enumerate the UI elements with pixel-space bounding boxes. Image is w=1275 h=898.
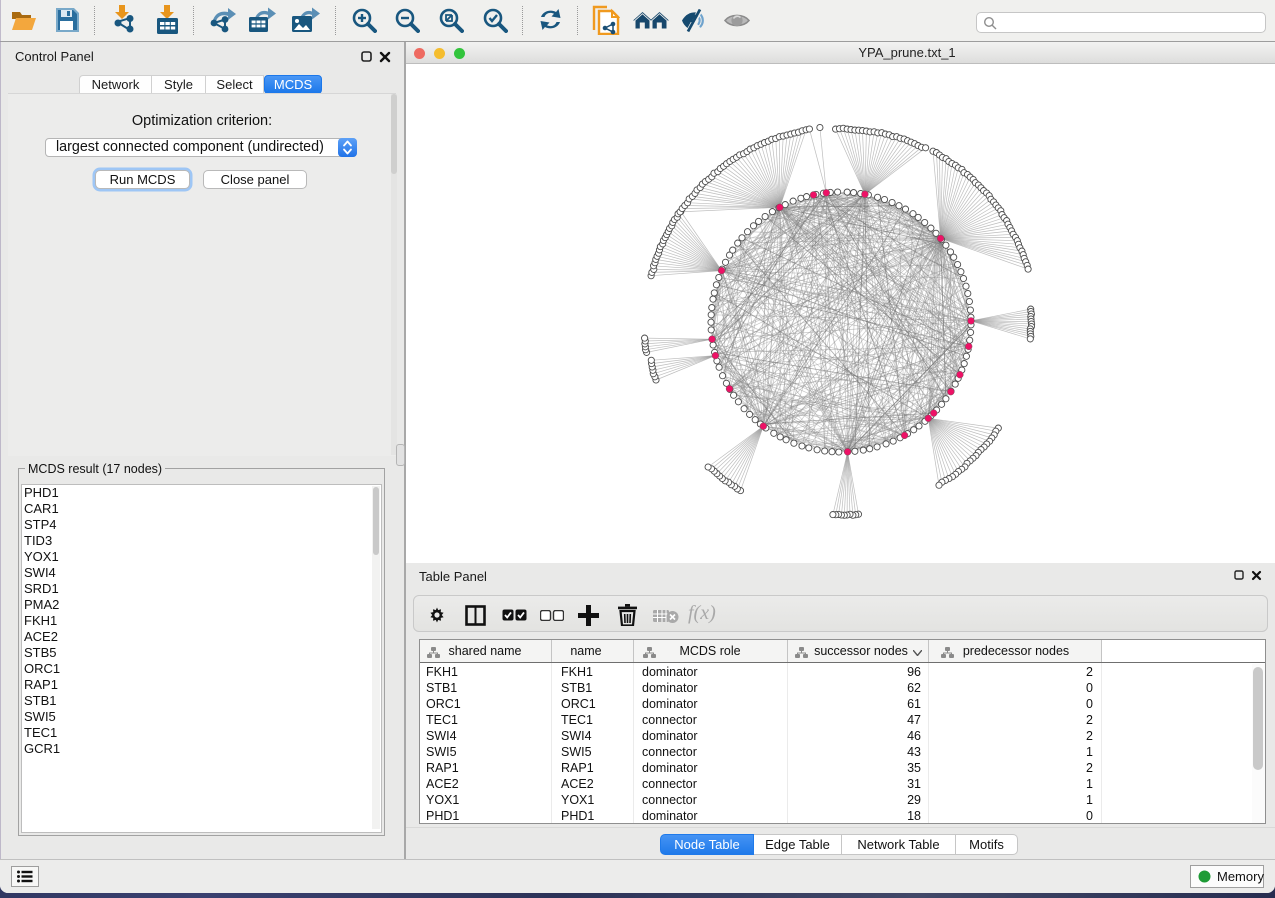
svg-text:f(x): f(x) — [688, 602, 716, 624]
